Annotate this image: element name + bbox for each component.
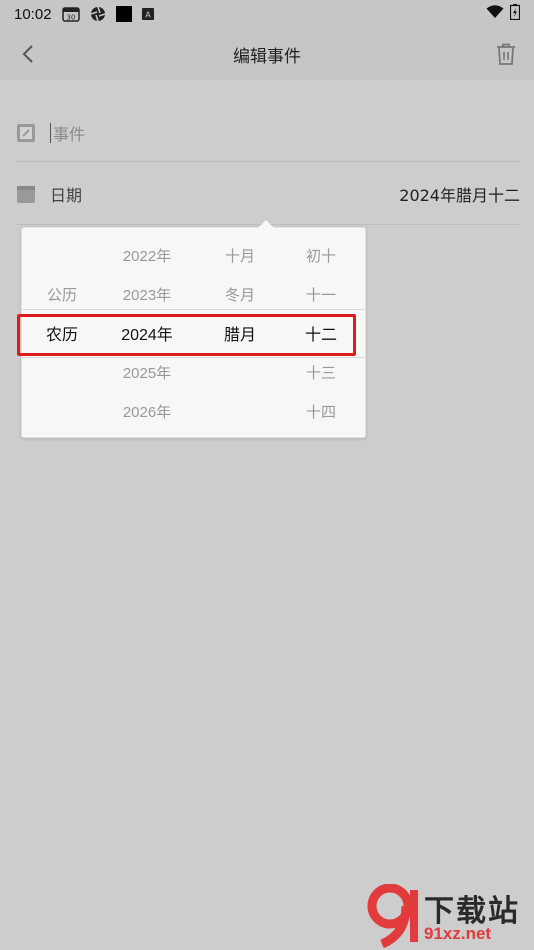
back-chevron-icon[interactable]: [14, 40, 42, 68]
picker-selection-line-top: [22, 309, 367, 310]
picker-day-item[interactable]: 十一: [281, 279, 361, 309]
picker-year-item[interactable]: 2022年: [107, 240, 187, 270]
app-bar: 编辑事件: [0, 28, 534, 80]
status-time: 10:02: [14, 5, 52, 23]
calendar-icon: 30: [61, 6, 80, 22]
event-title-input[interactable]: 事件: [53, 121, 85, 145]
picker-selection-line-bottom: [22, 357, 367, 358]
picker-type-solar[interactable]: 公历: [22, 279, 102, 309]
date-label: 日期: [50, 186, 83, 205]
status-bar: 10:02 30 A: [0, 0, 534, 28]
page-title: 编辑事件: [233, 46, 301, 67]
picker-month-selected[interactable]: 腊月: [200, 318, 280, 348]
text-cursor: [50, 122, 51, 143]
watermark-bottom-text: 91xz.net: [424, 924, 492, 943]
picker-day-selected[interactable]: 十二: [281, 318, 361, 348]
picker-year-item[interactable]: 2025年: [107, 357, 187, 387]
date-value[interactable]: 2024年腊月十二: [399, 182, 520, 206]
watermark-logo-icon: [367, 884, 418, 948]
picker-day-item[interactable]: 初十: [281, 240, 361, 270]
picker-day-item[interactable]: 十三: [281, 357, 361, 387]
black-square-icon: [115, 6, 132, 22]
shutter-icon: [90, 6, 106, 22]
lunar-date-picker: 公历 农历 2022年 2023年 2024年 2025年 2026年 十月 冬…: [21, 220, 367, 438]
edit-note-icon: [16, 123, 36, 143]
picker-year-item[interactable]: 2026年: [107, 396, 187, 426]
event-title-row[interactable]: 事件: [16, 104, 520, 162]
site-watermark: 下载站 91xz.net: [362, 884, 532, 948]
date-row[interactable]: 日期 2024年腊月十二: [16, 165, 520, 223]
picker-month-item[interactable]: 十月: [200, 240, 280, 270]
calendar-field-icon: [16, 184, 36, 204]
picker-type-lunar[interactable]: 农历: [22, 318, 102, 348]
badge-letter: A: [145, 11, 151, 20]
trash-icon[interactable]: [492, 40, 520, 68]
picker-day-item[interactable]: 十四: [281, 396, 361, 426]
picker-year-selected[interactable]: 2024年: [107, 318, 187, 348]
picker-month-item[interactable]: 冬月: [200, 279, 280, 309]
calendar-day-text: 30: [66, 14, 75, 22]
picker-pointer: [258, 220, 274, 228]
wifi-icon: [486, 5, 504, 23]
a-badge-icon: A: [141, 8, 154, 20]
battery-icon: [509, 4, 521, 24]
picker-year-item[interactable]: 2023年: [107, 279, 187, 309]
